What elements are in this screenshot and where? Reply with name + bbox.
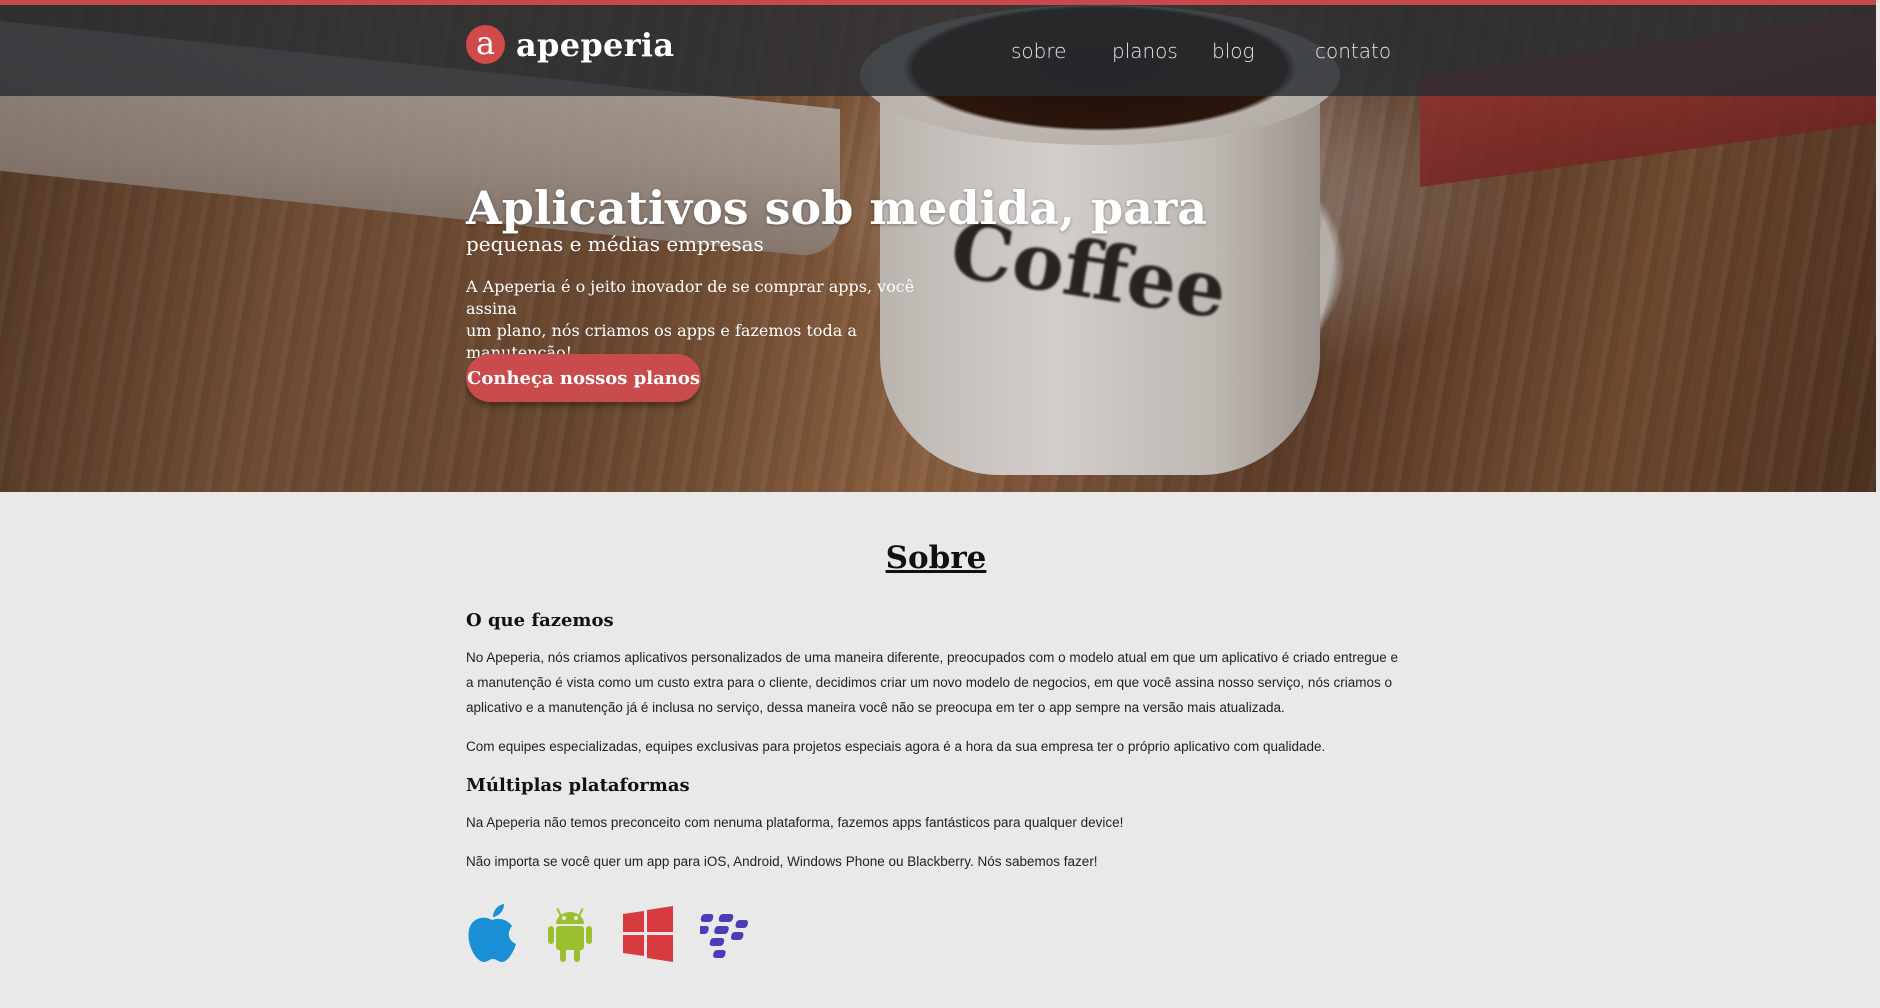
platforms-paragraph: Na Apeperia não temos preconceito com ne… (466, 815, 1124, 830)
windows-icon (622, 904, 674, 964)
what-we-do-heading: O que fazemos (466, 610, 614, 631)
nav-link-planos[interactable]: planos (1112, 39, 1178, 63)
blackberry-icon (700, 904, 752, 964)
teams-paragraph: Com equipes especializadas, equipes excl… (466, 739, 1326, 754)
what-we-do-paragraph: No Apeperia, nós criamos aplicativos per… (466, 650, 1399, 715)
about-section: Sobre O que fazemos No Apeperia, nós cri… (466, 540, 1406, 964)
plans-cta-button[interactable]: Conheça nossos planos (466, 354, 701, 402)
section-title: Sobre (885, 540, 987, 576)
apple-icon (466, 904, 518, 964)
hero-description: A Apeperia é o jeito inovador de se comp… (466, 276, 966, 364)
hero-title: Aplicativos sob medida, para (466, 181, 1208, 235)
hero-subtitle: pequenas e médias empresas (466, 232, 764, 256)
nav-link-sobre[interactable]: sobre (1011, 39, 1066, 63)
hero-description-line: A Apeperia é o jeito inovador de se comp… (466, 277, 915, 318)
platforms-heading: Múltiplas plataformas (466, 775, 690, 796)
top-navbar: a apeperia sobre planos blog contato (0, 5, 1876, 96)
brand-icon: a (466, 25, 505, 64)
nav-link-contato[interactable]: contato (1315, 39, 1391, 63)
platform-icons (466, 904, 1406, 964)
platforms-paragraph-2: Não importa se você quer um app para iOS… (466, 854, 1098, 869)
brand-name: apeperia (516, 25, 675, 64)
android-icon (544, 904, 596, 964)
nav-link-blog[interactable]: blog (1212, 39, 1255, 63)
brand-logo[interactable]: a apeperia (466, 25, 674, 64)
